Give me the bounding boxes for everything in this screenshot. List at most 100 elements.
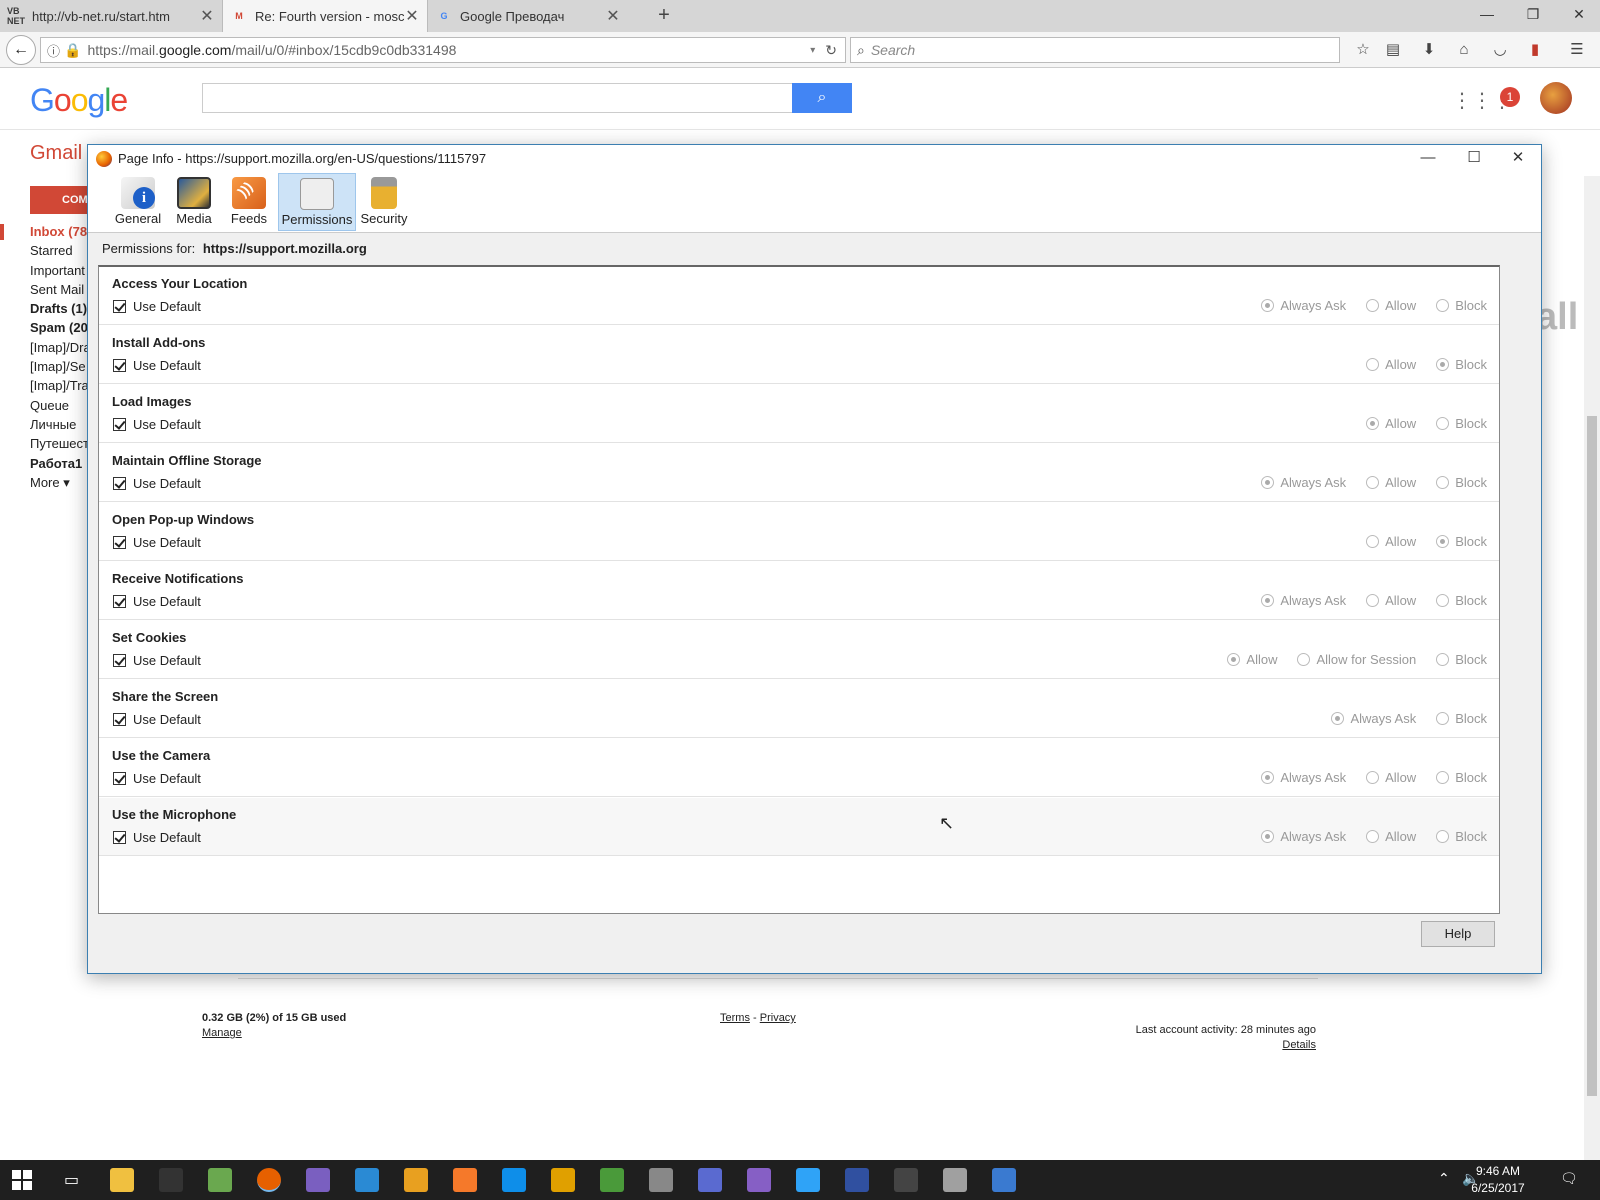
radio-option[interactable]: Allow [1366,357,1416,372]
radio-option[interactable]: Allow [1366,534,1416,549]
gmail-search-button[interactable]: ⌕ [792,83,852,113]
radio-icon[interactable] [1366,299,1380,312]
use-default-checkbox[interactable]: Use Default [113,594,201,609]
radio-icon[interactable] [1436,299,1450,312]
close-window-icon[interactable]: ✕ [1556,0,1600,30]
tab-close-icon[interactable]: ✕ [606,6,620,26]
checkbox-icon[interactable] [113,831,126,844]
visual-studio-icon[interactable] [747,1168,771,1192]
radio-option[interactable]: Allow for Session [1297,652,1416,667]
home-icon[interactable]: ⌂ [1453,39,1475,61]
radio-option[interactable]: Block [1436,770,1487,785]
radio-icon[interactable] [1261,594,1275,607]
privacy-link[interactable]: Privacy [760,1012,796,1024]
radio-option[interactable]: Allow [1366,829,1416,844]
extension-icon[interactable]: ▮ [1524,39,1546,61]
sidebar-item[interactable]: Inbox (78 [30,224,88,243]
tab-close-icon[interactable]: ✕ [405,6,419,26]
windows-start-icon[interactable] [12,1170,32,1190]
checkbox-icon[interactable] [113,654,126,667]
bookmark-star-icon[interactable]: ☆ [1352,39,1374,61]
app-icon-18[interactable] [943,1168,967,1192]
radio-icon[interactable] [1436,358,1450,371]
terms-link[interactable]: Terms [720,1012,750,1024]
tab-media[interactable]: Media [168,173,220,231]
tab-close-icon[interactable]: ✕ [200,6,214,26]
firefox-icon[interactable] [257,1168,281,1192]
pocket-icon[interactable]: ◡ [1489,39,1511,61]
radio-icon[interactable] [1436,535,1450,548]
sidebar-item[interactable]: Sent Mail [30,282,88,301]
radio-option[interactable]: Block [1436,534,1487,549]
dialog-close-icon[interactable]: ✕ [1496,145,1540,173]
use-default-checkbox[interactable]: Use Default [113,417,201,432]
activity-details-link[interactable]: Details [1080,1039,1316,1051]
radio-option[interactable]: Always Ask [1261,829,1346,844]
radio-option[interactable]: Allow [1366,770,1416,785]
app-icon-5[interactable] [306,1168,330,1192]
sidebar-item[interactable]: [Imap]/Dra [30,340,88,359]
reading-list-icon[interactable]: ▤ [1382,39,1404,61]
radio-icon[interactable] [1436,712,1450,725]
action-center-icon[interactable]: 🗨 [1560,1170,1578,1187]
checkbox-icon[interactable] [113,359,126,372]
radio-option[interactable]: Block [1436,475,1487,490]
radio-icon[interactable] [1261,476,1275,489]
radio-option[interactable]: Always Ask [1261,475,1346,490]
radio-icon[interactable] [1261,299,1275,312]
checkbox-icon[interactable] [113,300,126,313]
checkbox-icon[interactable] [113,477,126,490]
radio-icon[interactable] [1366,535,1380,548]
checkbox-icon[interactable] [113,772,126,785]
app-icon-6[interactable] [355,1168,379,1192]
use-default-checkbox[interactable]: Use Default [113,712,201,727]
sidebar-item[interactable]: Starred [30,243,88,262]
radio-option[interactable]: Block [1436,711,1487,726]
browser-tab[interactable]: M Re: Fourth version - moscow ✕ [222,0,428,32]
sidebar-item[interactable]: Личные [30,417,88,436]
sidebar-item[interactable]: Работа1 [30,456,88,475]
google-logo[interactable]: Google [30,82,128,119]
radio-option[interactable]: Always Ask [1261,298,1346,313]
system-clock[interactable]: 9:46 AM 6/25/2017 [1468,1163,1528,1197]
reload-icon[interactable]: ↻ [825,42,837,59]
radio-icon[interactable] [1366,771,1380,784]
sidebar-item[interactable]: Drafts (1) [30,301,88,320]
radio-icon[interactable] [1436,653,1450,666]
browser-tab[interactable]: VB NET http://vb-net.ru/start.htm ✕ [0,0,222,32]
use-default-checkbox[interactable]: Use Default [113,653,201,668]
info-icon[interactable]: ⓘ [47,41,60,60]
app-icon-16[interactable] [845,1168,869,1192]
app-icon-12[interactable] [649,1168,673,1192]
use-default-checkbox[interactable]: Use Default [113,771,201,786]
app-icon-10[interactable] [551,1168,575,1192]
dialog-maximize-icon[interactable]: ☐ [1452,145,1496,173]
radio-option[interactable]: Allow [1366,475,1416,490]
search-bar[interactable]: ⌕ Search [850,37,1340,63]
dialog-titlebar[interactable]: Page Info - https://support.mozilla.org/… [88,145,1541,173]
sidebar-item[interactable]: [Imap]/Se [30,359,88,378]
blender-icon[interactable] [453,1168,477,1192]
checkbox-icon[interactable] [113,418,126,431]
tab-permissions[interactable]: Permissions [278,173,356,231]
checkbox-icon[interactable] [113,595,126,608]
scrollbar-thumb[interactable] [1587,416,1597,1096]
restore-window-icon[interactable]: ❐ [1510,0,1556,30]
radio-icon[interactable] [1436,771,1450,784]
gmail-search-input[interactable] [202,83,794,113]
page-scrollbar[interactable] [1584,176,1600,1200]
app-icon-7[interactable] [404,1168,428,1192]
use-default-checkbox[interactable]: Use Default [113,299,201,314]
teamviewer-icon[interactable] [502,1168,526,1192]
photos-icon[interactable] [208,1168,232,1192]
sidebar-item[interactable]: More ▾ [30,475,88,494]
tab-general[interactable]: General [112,173,164,231]
radio-icon[interactable] [1366,830,1380,843]
menu-hamburger-icon[interactable]: ☰ [1566,39,1588,61]
gmail-label[interactable]: Gmail [30,142,82,165]
radio-icon[interactable] [1436,417,1450,430]
tab-security[interactable]: Security [356,173,412,231]
terminal-icon[interactable] [159,1168,183,1192]
radio-option[interactable]: Always Ask [1261,770,1346,785]
use-default-checkbox[interactable]: Use Default [113,535,201,550]
